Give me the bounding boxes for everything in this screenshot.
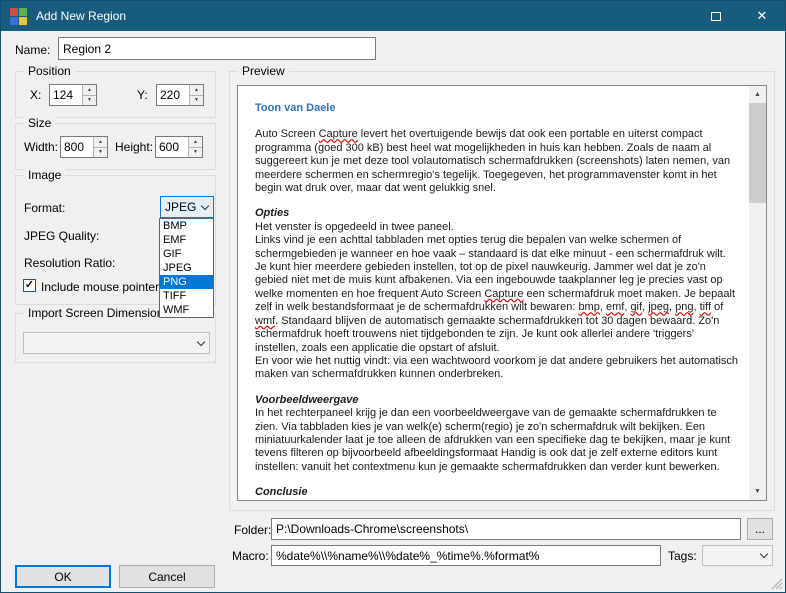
format-label: Format: — [24, 201, 66, 215]
image-group-title: Image — [24, 168, 66, 182]
format-option-emf[interactable]: EMF — [160, 233, 213, 247]
format-option-bmp[interactable]: BMP — [160, 219, 213, 233]
macro-input[interactable]: %date%\\%name%\\%date%_%time%.%format% — [271, 545, 661, 566]
preview-paragraph: In het rechterpaneel krijg je dan een vo… — [255, 407, 731, 473]
folder-label: Folder: — [234, 523, 272, 537]
tags-combobox[interactable] — [702, 545, 773, 566]
maximize-icon — [711, 11, 721, 21]
app-icon — [10, 7, 27, 25]
height-value[interactable]: 600 — [156, 137, 188, 157]
height-spin-down-icon[interactable]: ▼ — [188, 147, 202, 157]
preview-scrollbar[interactable]: ▲ ▼ — [749, 86, 766, 500]
x-spin-up-icon[interactable]: ▲ — [82, 85, 96, 96]
preview-heading-opties: Opties — [255, 207, 290, 220]
width-value[interactable]: 800 — [61, 137, 93, 157]
y-label: Y: — [137, 88, 148, 102]
y-value[interactable]: 220 — [157, 85, 189, 105]
preview-intro-paragraph: Auto Screen Capture levert het overtuige… — [255, 128, 731, 195]
ok-button[interactable]: OK — [15, 565, 111, 588]
close-icon: ✕ — [756, 8, 768, 23]
jpeg-quality-label: JPEG Quality: — [24, 229, 100, 243]
chevron-down-icon — [192, 333, 209, 353]
cancel-button[interactable]: Cancel — [119, 565, 215, 588]
resize-grip[interactable] — [771, 578, 783, 590]
width-spin-down-icon[interactable]: ▼ — [93, 147, 107, 157]
size-group-title: Size — [24, 116, 56, 130]
preview-panel: Toon van Daele Auto Screen Capture lever… — [237, 85, 767, 501]
add-new-region-dialog: Add New Region ✕ Name: Region 2 Position… — [0, 0, 786, 593]
import-screen-dimensions-group: Import Screen Dimensions — [15, 306, 216, 363]
macro-label: Macro: — [232, 549, 269, 563]
preview-group-title: Preview — [238, 64, 289, 78]
position-group: Position X: 124 ▲ ▼ Y: 220 ▲ ▼ — [15, 64, 216, 118]
preview-paragraph: Het venster is opgedeeld in twee paneel. — [255, 220, 454, 233]
name-label: Name: — [15, 43, 51, 57]
x-spinner[interactable]: 124 ▲ ▼ — [49, 84, 97, 106]
height-spinner[interactable]: 600 ▲ ▼ — [155, 136, 203, 158]
window-controls: ✕ — [693, 1, 785, 31]
title-bar: Add New Region ✕ — [1, 1, 785, 31]
name-input[interactable]: Region 2 — [58, 37, 376, 60]
format-option-tiff[interactable]: TIFF — [160, 289, 213, 303]
window-title: Add New Region — [36, 9, 127, 23]
chevron-down-icon — [755, 546, 772, 565]
x-value[interactable]: 124 — [50, 85, 82, 105]
x-label: X: — [30, 88, 42, 102]
maximize-button[interactable] — [693, 1, 739, 31]
tags-label: Tags: — [668, 549, 697, 563]
format-value: JPEG — [165, 200, 197, 214]
width-label: Width: — [24, 140, 59, 154]
format-option-gif[interactable]: GIF — [160, 247, 213, 261]
scroll-down-icon[interactable]: ▼ — [749, 483, 766, 500]
preview-heading-conclusie: Conclusie — [255, 486, 308, 499]
include-mouse-pointer-checkbox[interactable]: ✓ — [23, 279, 36, 292]
chevron-down-icon — [196, 197, 213, 217]
width-spin-up-icon[interactable]: ▲ — [93, 137, 107, 148]
height-label: Height: — [115, 140, 154, 154]
import-screen-dimensions-combobox[interactable] — [23, 332, 210, 354]
preview-paragraph: Links vind je een achttal tabbladen met … — [255, 234, 736, 354]
folder-input[interactable]: P:\Downloads-Chrome\screenshots\ — [271, 518, 741, 540]
format-dropdown-list: BMP EMF GIF JPEG PNG TIFF WMF — [159, 218, 214, 318]
y-spinner[interactable]: 220 ▲ ▼ — [156, 84, 204, 106]
include-mouse-pointer-label[interactable]: Include mouse pointer — [41, 280, 159, 294]
preview-content: Toon van Daele Auto Screen Capture lever… — [238, 86, 749, 500]
position-group-title: Position — [24, 64, 75, 78]
y-spin-down-icon[interactable]: ▼ — [189, 95, 203, 105]
x-spin-down-icon[interactable]: ▼ — [82, 95, 96, 105]
browse-folder-button[interactable]: ... — [747, 518, 773, 540]
scrollbar-thumb[interactable] — [749, 103, 766, 203]
close-button[interactable]: ✕ — [739, 1, 785, 31]
preview-author: Toon van Daele — [255, 102, 336, 114]
scroll-up-icon[interactable]: ▲ — [749, 86, 766, 103]
y-spin-up-icon[interactable]: ▲ — [189, 85, 203, 96]
format-combobox[interactable]: JPEG — [160, 196, 214, 218]
format-option-jpeg[interactable]: JPEG — [160, 261, 213, 275]
size-group: Size Width: 800 ▲ ▼ Height: 600 ▲ ▼ — [15, 116, 216, 170]
preview-heading-voorbeeldweergave: Voorbeeldweergave — [255, 393, 359, 406]
preview-paragraph: En voor wie het nuttig vindt: via een wa… — [255, 354, 739, 381]
format-option-wmf[interactable]: WMF — [160, 303, 213, 317]
format-option-png[interactable]: PNG — [160, 275, 213, 289]
width-spinner[interactable]: 800 ▲ ▼ — [60, 136, 108, 158]
import-group-title: Import Screen Dimensions — [24, 306, 174, 320]
resolution-ratio-label: Resolution Ratio: — [24, 256, 116, 270]
height-spin-up-icon[interactable]: ▲ — [188, 137, 202, 148]
